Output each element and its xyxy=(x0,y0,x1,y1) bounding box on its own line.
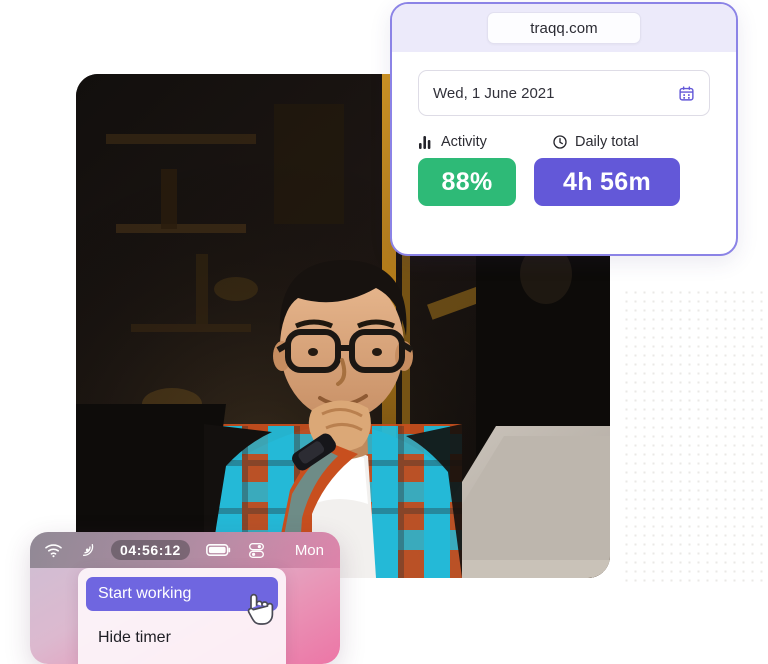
menubar-strip: 04:56:12 Mon xyxy=(30,532,340,568)
activity-value-badge: 88% xyxy=(418,158,516,206)
day-label: Mon xyxy=(294,541,324,559)
menu-item-start-working[interactable]: Start working xyxy=(86,577,278,611)
activity-label-group: Activity xyxy=(418,134,516,150)
macos-menubar-widget: 04:56:12 Mon Start working Hide timer xyxy=(30,532,340,664)
wifi-icon[interactable] xyxy=(44,543,63,558)
daily-total-label: Daily total xyxy=(575,134,639,150)
daily-total-label-group: Daily total xyxy=(552,134,672,150)
metrics-label-row: Activity Daily total xyxy=(418,134,710,150)
activity-monitor-icon[interactable] xyxy=(79,542,95,558)
date-value: Wed, 1 June 2021 xyxy=(433,84,555,102)
url-pill[interactable]: traqq.com xyxy=(487,12,641,44)
menu-item-hide-timer[interactable]: Hide timer xyxy=(86,621,278,655)
traqq-dashboard-card: traqq.com Wed, 1 June 2021 Activity Dail… xyxy=(390,2,738,256)
timer-display[interactable]: 04:56:12 xyxy=(111,540,190,560)
metrics-value-row: 88% 4h 56m xyxy=(418,158,710,206)
daily-total-value-badge: 4h 56m xyxy=(534,158,680,206)
date-picker-field[interactable]: Wed, 1 June 2021 xyxy=(418,70,710,116)
clock-icon xyxy=(552,134,568,150)
activity-label: Activity xyxy=(441,134,487,150)
battery-icon[interactable] xyxy=(205,543,232,557)
control-center-icon[interactable] xyxy=(248,542,265,559)
card-body: Wed, 1 June 2021 Activity Daily total 88… xyxy=(392,52,736,206)
timer-dropdown-menu: Start working Hide timer xyxy=(78,568,286,664)
browser-topbar: traqq.com xyxy=(392,4,736,52)
calendar-icon[interactable] xyxy=(678,85,695,102)
bar-chart-icon xyxy=(418,134,434,150)
dot-grid-pattern xyxy=(622,288,768,588)
